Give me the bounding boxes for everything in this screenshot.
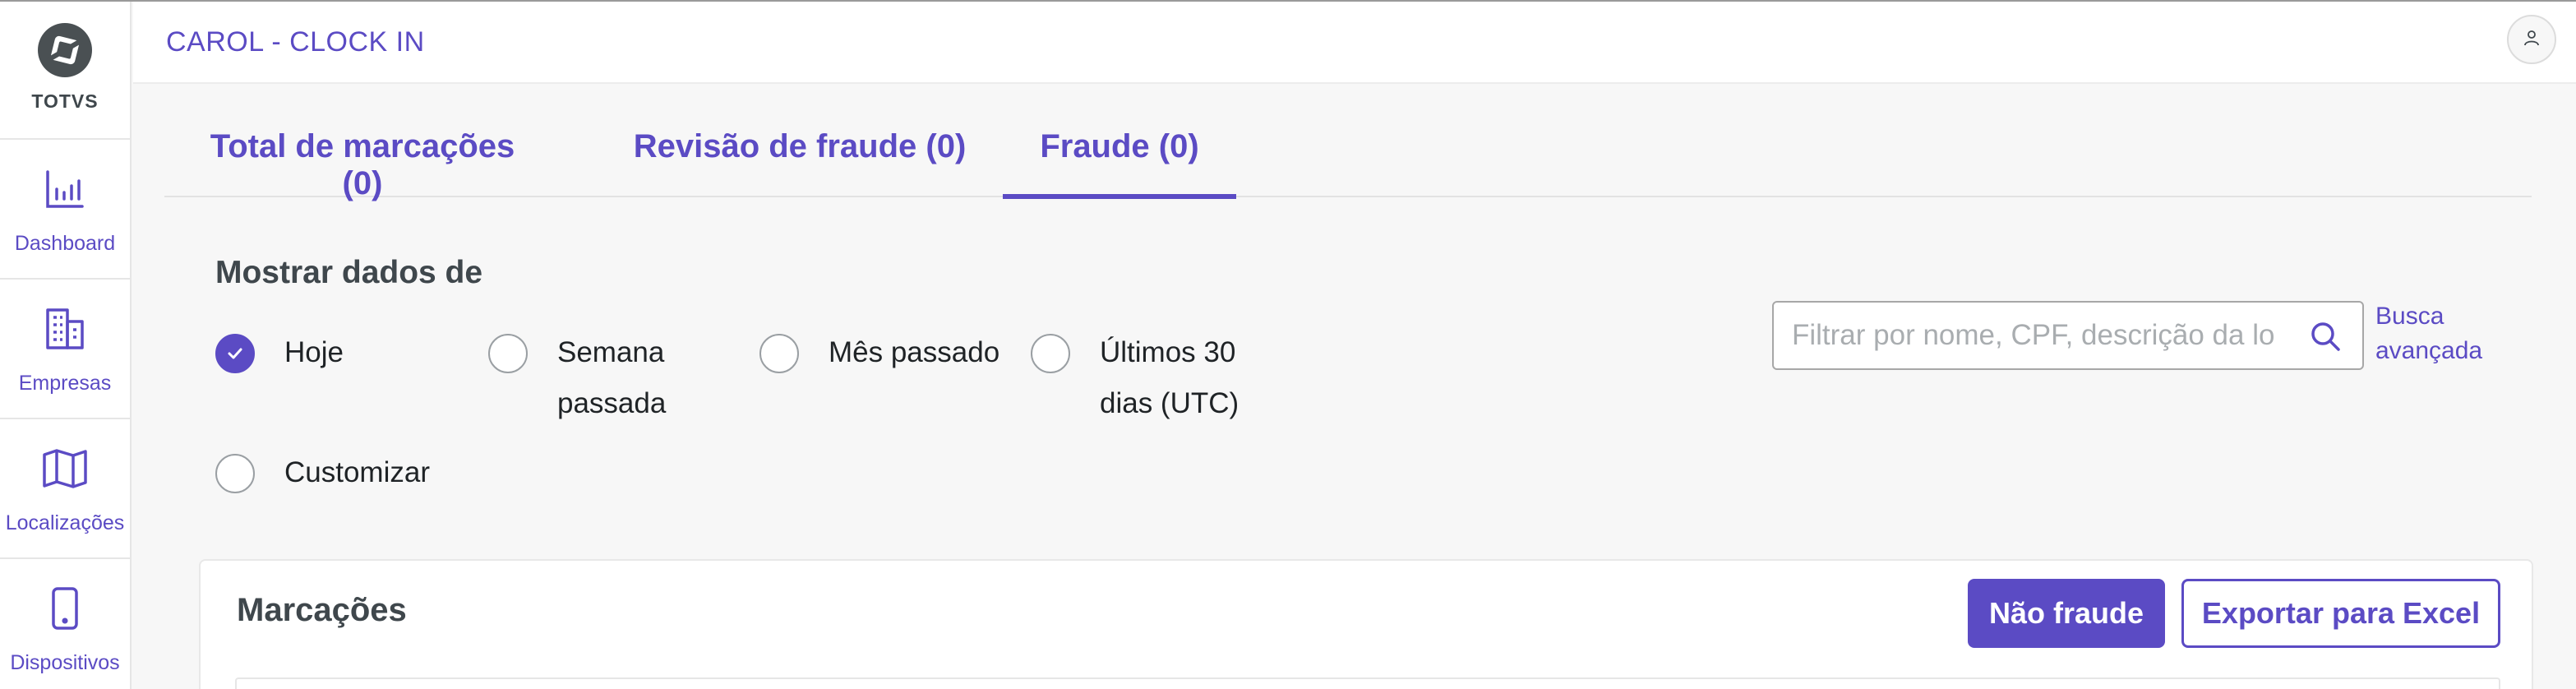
card-title: Marcações (237, 592, 407, 628)
search-field (1772, 301, 2364, 370)
radio-label: Últimos 30 dias (UTC) (1100, 327, 1239, 429)
advanced-search-link[interactable]: Busca avançada (2375, 299, 2482, 368)
radio-checked[interactable] (215, 334, 255, 373)
sidebar-item-label: Empresas (18, 372, 112, 395)
check-icon (228, 348, 242, 359)
app-header: CAROL - CLOCK IN (133, 2, 2576, 84)
marcacoes-card: Marcações Não fraude Exportar para Excel (199, 559, 2533, 689)
radio-label: Mês passado (829, 336, 1000, 368)
sidebar: TOTVS Dashboard Empresas Localizações Di… (0, 2, 132, 689)
radio-label-line: dias (UTC) (1100, 387, 1240, 419)
sidebar-item-label: Localizações (5, 511, 125, 534)
radio-option-customizar[interactable]: Customizar (215, 454, 430, 498)
tab-revisao-fraude[interactable]: Revisão de fraude (0) (630, 123, 970, 197)
search-input[interactable] (1792, 319, 2285, 352)
radio-label-line: Semana (557, 336, 665, 368)
radio-unchecked[interactable] (215, 454, 255, 493)
tab-total-marcacoes[interactable]: Total de marcações (0) (199, 123, 526, 201)
radio-option-semana-passada[interactable]: Semana passada (488, 334, 666, 429)
user-icon (2523, 29, 2541, 51)
sidebar-item-label: Dashboard (14, 232, 116, 255)
user-menu-button[interactable] (2507, 15, 2556, 64)
radio-option-hoje[interactable]: Hoje (215, 334, 344, 378)
sidebar-item-localizacoes[interactable]: Localizações (0, 419, 130, 559)
radio-unchecked[interactable] (759, 334, 799, 373)
search-icon[interactable] (2308, 319, 2343, 354)
smartphone-icon (40, 584, 90, 633)
table-header-edge (235, 677, 2500, 689)
radio-label: Customizar (284, 456, 430, 488)
radio-unchecked[interactable] (488, 334, 528, 373)
radio-label: Hoje (284, 336, 344, 368)
building-icon (40, 304, 90, 354)
advanced-search-line: Busca (2375, 303, 2444, 330)
map-icon (40, 444, 90, 493)
radio-unchecked[interactable] (1031, 334, 1070, 373)
totvs-logo-icon (38, 23, 92, 77)
advanced-search-line: avançada (2375, 337, 2483, 364)
radio-option-ultimos-30-dias[interactable]: Últimos 30 dias (UTC) (1031, 334, 1239, 429)
tab-fraude[interactable]: Fraude (0) (1003, 123, 1236, 199)
brand-logo[interactable]: TOTVS (0, 2, 130, 140)
tab-bar: Total de marcações (0) Revisão de fraude… (164, 123, 2532, 201)
brand-name: TOTVS (31, 90, 99, 112)
sidebar-item-dispositivos[interactable]: Dispositivos (0, 559, 130, 689)
filter-title: Mostrar dados de (215, 255, 483, 290)
export-excel-button[interactable]: Exportar para Excel (2181, 579, 2500, 648)
page-title: CAROL - CLOCK IN (166, 26, 425, 58)
bar-chart-icon (40, 164, 90, 214)
radio-label: Semana passada (557, 327, 666, 429)
radio-label-line: passada (557, 387, 667, 419)
sidebar-item-label: Dispositivos (10, 651, 120, 674)
sidebar-item-dashboard[interactable]: Dashboard (0, 140, 130, 280)
sidebar-item-empresas[interactable]: Empresas (0, 280, 130, 419)
not-fraud-button[interactable]: Não fraude (1968, 579, 2165, 648)
radio-label-line: Últimos 30 (1100, 336, 1236, 368)
radio-option-mes-passado[interactable]: Mês passado (759, 334, 999, 378)
